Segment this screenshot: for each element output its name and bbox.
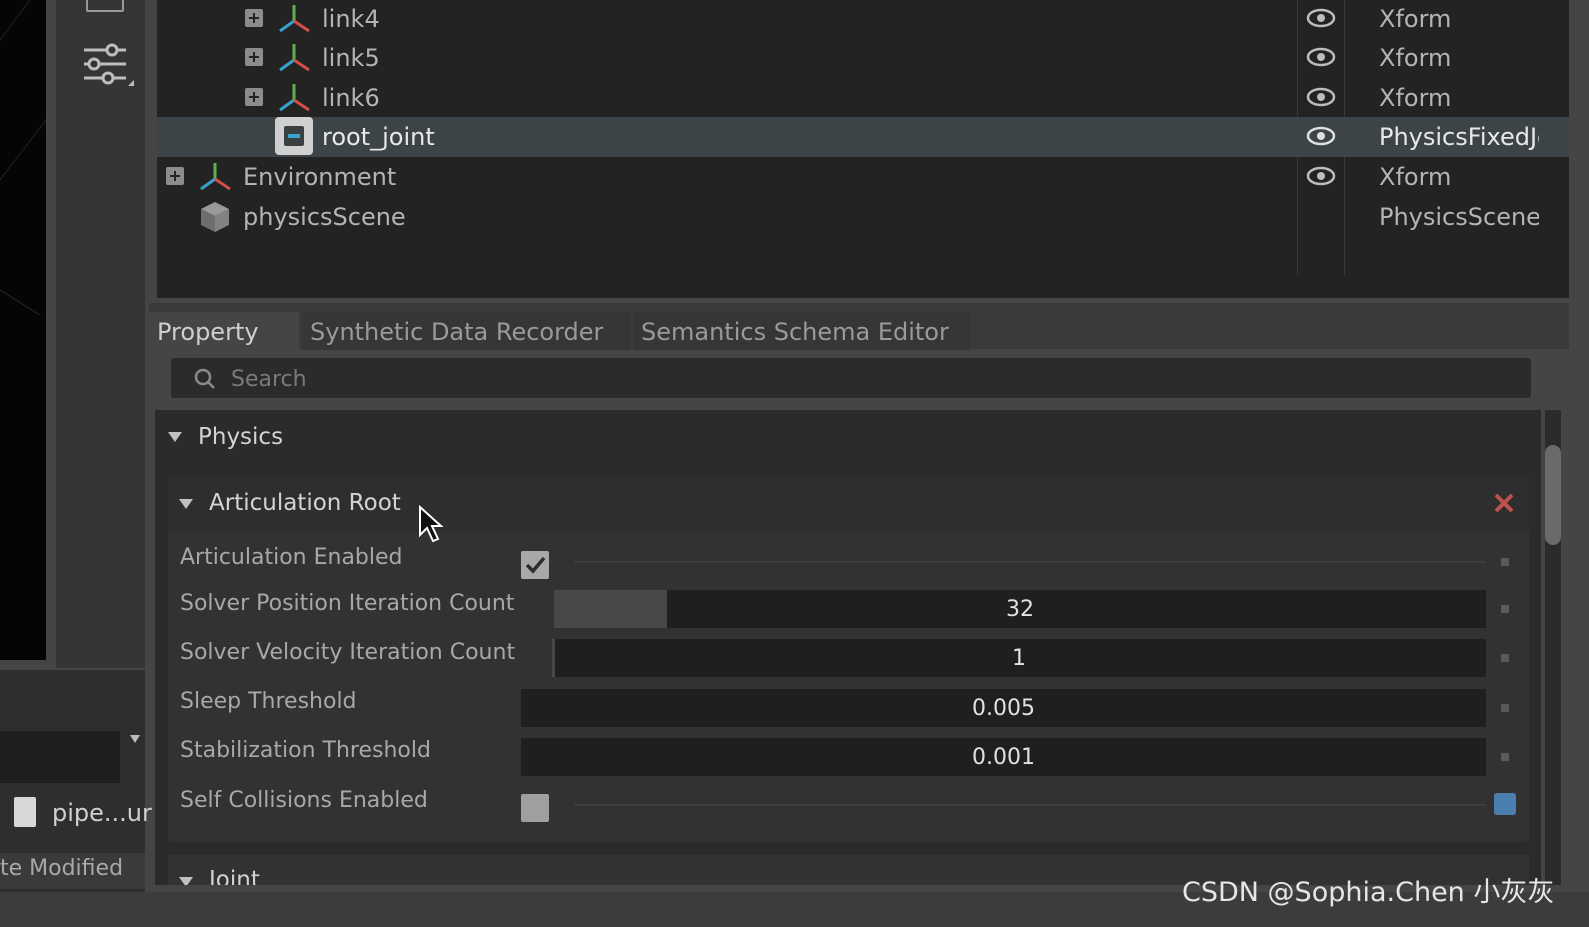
combo-arrow-icon[interactable]	[130, 735, 140, 743]
tree-row-link6[interactable]: link6 Xform	[157, 78, 1569, 118]
scrollbar-thumb[interactable]	[1545, 445, 1561, 545]
section-title: Articulation Root	[209, 490, 401, 516]
stabilization-threshold-field[interactable]: 0.001	[521, 738, 1486, 776]
tree-row-environment[interactable]: Environment Xform	[157, 157, 1569, 197]
sleep-threshold-field[interactable]: 0.005	[521, 689, 1486, 727]
xform-icon	[279, 44, 310, 72]
articulation-root-section: Articulation Root Articulation Enabled S…	[168, 477, 1529, 842]
property-label: Articulation Enabled	[180, 545, 403, 570]
cube-icon	[201, 202, 229, 232]
field-value: 0.005	[972, 696, 1035, 721]
field-value: 0.001	[972, 745, 1035, 770]
expand-icon[interactable]	[245, 88, 263, 106]
xform-icon	[279, 84, 310, 112]
default-indicator[interactable]	[1501, 753, 1509, 761]
changed-value-indicator[interactable]	[1494, 793, 1516, 815]
fixed-joint-icon	[275, 117, 313, 155]
tree-row-physicsscene[interactable]: physicsScene PhysicsScene	[157, 197, 1569, 237]
eye-icon[interactable]	[1306, 86, 1336, 108]
default-indicator[interactable]	[1501, 704, 1509, 712]
file-name: pipe...ur	[52, 799, 152, 827]
collapse-triangle-icon[interactable]	[179, 877, 193, 885]
file-item[interactable]: pipe...ur	[10, 795, 152, 835]
collapse-triangle-icon[interactable]	[168, 432, 182, 442]
tree-item-type: PhysicsScene	[1379, 203, 1539, 231]
xform-icon	[200, 163, 231, 191]
search-input[interactable]	[229, 358, 1523, 400]
tree-item-type: Xform	[1379, 163, 1452, 191]
tab-property[interactable]: Property	[149, 312, 299, 350]
property-label: Solver Velocity Iteration Count	[180, 640, 516, 665]
tree-item-type: Xform	[1379, 5, 1452, 33]
tree-item-label: link4	[322, 5, 380, 33]
property-label: Stabilization Threshold	[180, 738, 431, 763]
articulation-root-header[interactable]: Articulation Root	[168, 477, 1529, 532]
eye-icon[interactable]	[1306, 165, 1336, 187]
expand-icon[interactable]	[166, 167, 184, 185]
solver-position-slider[interactable]: 32	[554, 590, 1486, 628]
property-label: Self Collisions Enabled	[180, 788, 428, 813]
divider	[574, 804, 1486, 806]
default-indicator[interactable]	[1501, 605, 1509, 613]
physics-header[interactable]: Physics	[155, 410, 1541, 466]
divider	[574, 561, 1486, 563]
slider-fill	[552, 639, 555, 677]
tree-item-label: root_joint	[322, 123, 435, 151]
default-indicator[interactable]	[1501, 558, 1509, 566]
viewport-toolbar	[56, 0, 145, 668]
search-icon	[194, 368, 215, 389]
property-label: Solver Position Iteration Count	[180, 591, 515, 616]
default-indicator[interactable]	[1501, 654, 1509, 662]
self-collisions-checkbox[interactable]	[521, 794, 549, 822]
checkmark-icon	[525, 556, 546, 574]
expand-icon[interactable]	[245, 9, 263, 27]
cube-icon[interactable]	[86, 0, 124, 12]
viewport[interactable]	[0, 0, 46, 660]
tree-row-root-joint[interactable]: root_joint PhysicsFixedJoint	[157, 117, 1569, 157]
tree-item-label: Environment	[243, 163, 397, 191]
expand-icon[interactable]	[245, 48, 263, 66]
tree-row-link5[interactable]: link5 Xform	[157, 38, 1569, 78]
urdf-file-icon	[14, 797, 36, 827]
solver-velocity-slider[interactable]: 1	[552, 639, 1486, 677]
date-modified-header[interactable]: te Modified	[0, 853, 145, 889]
field-value: 1	[1012, 646, 1026, 671]
tree-row-link4[interactable]: link4 Xform	[157, 0, 1569, 39]
stage-tree: link4 Xform link5 Xform link6 Xform root…	[157, 0, 1569, 298]
tree-item-type: PhysicsFixedJoint	[1379, 123, 1539, 151]
articulation-enabled-checkbox[interactable]	[521, 551, 549, 579]
property-label: Sleep Threshold	[180, 689, 357, 714]
collapse-triangle-icon[interactable]	[179, 499, 193, 509]
eye-icon[interactable]	[1306, 125, 1336, 147]
property-search[interactable]	[171, 358, 1531, 400]
tab-bar: Property Synthetic Data Recorder Semanti…	[149, 303, 1569, 350]
watermark-text: CSDN @Sophia.Chen 小灰灰	[1182, 877, 1555, 908]
section-title: Physics	[198, 424, 284, 450]
remove-x-icon[interactable]	[1493, 492, 1515, 514]
tree-item-label: physicsScene	[243, 203, 406, 231]
tree-item-type: Xform	[1379, 84, 1452, 112]
section-title: Joint	[209, 867, 260, 885]
tree-item-type: Xform	[1379, 44, 1452, 72]
xform-icon	[279, 5, 310, 33]
slider-fill	[554, 590, 667, 628]
tab-semantics-schema-editor[interactable]: Semantics Schema Editor	[633, 312, 971, 350]
folder-combo[interactable]	[0, 731, 120, 783]
eye-icon[interactable]	[1306, 7, 1336, 29]
mouse-cursor-icon	[419, 505, 444, 543]
date-modified-label: te Modified	[0, 856, 124, 881]
tree-item-label: link6	[322, 84, 380, 112]
tree-item-label: link5	[322, 44, 380, 72]
tab-synthetic-data-recorder[interactable]: Synthetic Data Recorder	[302, 312, 630, 350]
field-value: 32	[1006, 597, 1034, 622]
settings-sliders-icon[interactable]	[80, 40, 134, 90]
eye-icon[interactable]	[1306, 46, 1336, 68]
